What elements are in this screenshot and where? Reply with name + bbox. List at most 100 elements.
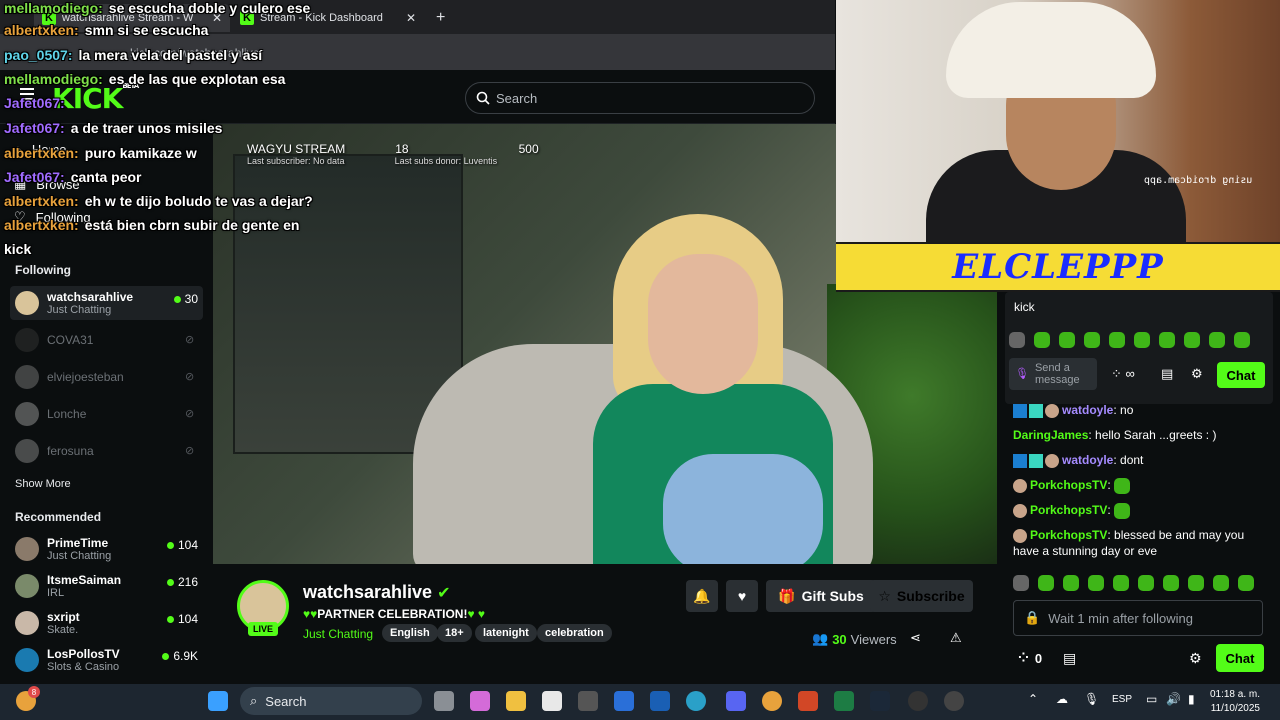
popup-chat-button[interactable]: Chat (1217, 362, 1265, 388)
menu-icon[interactable] (20, 88, 34, 100)
emote-icon[interactable] (1159, 332, 1175, 348)
search-input[interactable]: Search (465, 82, 815, 114)
store-app-icon[interactable] (542, 691, 562, 711)
close-tab-icon[interactable]: ✕ (212, 11, 222, 25)
show-more-link[interactable]: Show More (15, 478, 71, 490)
gift-subs-button[interactable]: 🎁 Gift Subs (766, 580, 876, 612)
offline-icon: ⊘ (185, 445, 195, 457)
steam-icon[interactable] (870, 691, 890, 711)
gear-icon[interactable]: ⚙ (1189, 650, 1202, 667)
sidebar-item-primetime[interactable]: PrimeTime Just Chatting 104 (10, 532, 203, 566)
sidebar-item-itsmesaiman[interactable]: ItsmeSaiman IRL 216 (10, 569, 203, 603)
live-badge: LIVE (248, 622, 278, 636)
avatar (15, 291, 39, 315)
excel-icon[interactable] (834, 691, 854, 711)
overlay-count-2: 500 (518, 142, 539, 156)
tag-latenight[interactable]: latenight (475, 624, 537, 642)
address-bar[interactable] (0, 34, 835, 70)
emote-icon[interactable] (1138, 575, 1154, 591)
language-indicator[interactable]: ESP (1112, 694, 1132, 705)
new-tab-button[interactable]: + (428, 4, 456, 32)
copilot-icon[interactable] (470, 691, 490, 711)
bell-icon[interactable]: 🔔 (686, 580, 718, 612)
sidebar-item-watchsarahlive[interactable]: watchsarahlive Just Chatting 30 (10, 286, 203, 320)
emote-icon[interactable] (1184, 332, 1200, 348)
viewer-count: 6.9K (162, 649, 198, 663)
chat-input[interactable]: 🔒 Wait 1 min after following (1013, 600, 1263, 636)
emote-icon[interactable] (1034, 332, 1050, 348)
emote-icon[interactable] (1109, 332, 1125, 348)
sidebar-item-lospollostv[interactable]: LosPollosTV Slots & Casino 6.9K (10, 643, 203, 677)
chrome-icon[interactable] (762, 691, 782, 711)
chat-send-button[interactable]: Chat (1216, 644, 1264, 672)
tag-english[interactable]: English (382, 624, 438, 642)
sidebar-item-elviejoesteban[interactable]: elviejoesteban ⊘ (10, 360, 203, 394)
stream-category[interactable]: Just Chatting (303, 627, 373, 641)
emote-icon[interactable] (1084, 332, 1100, 348)
system-clock[interactable]: 01:18 a. m. 11/10/2025 (1210, 688, 1260, 716)
store-icon[interactable]: ▤ (1063, 650, 1076, 667)
app-icon[interactable] (944, 691, 964, 711)
discord-icon[interactable] (726, 691, 746, 711)
sidebar-item-cova31[interactable]: COVA31 ⊘ (10, 323, 203, 357)
tab-title: Stream - Kick Dashboard (260, 12, 383, 24)
chevron-up-icon[interactable]: ⌃ (1028, 692, 1038, 706)
emote-icon[interactable] (1209, 332, 1225, 348)
emote-icon[interactable] (1113, 575, 1129, 591)
popup-prev-text: kick (1014, 300, 1035, 314)
outlook-icon[interactable] (650, 691, 670, 711)
sidebar-item-sxript[interactable]: sxript Skate. 104 (10, 606, 203, 640)
emote-icon[interactable] (1059, 332, 1075, 348)
obs-icon[interactable] (908, 691, 928, 711)
tab-watchsarahlive[interactable]: K watchsarahlive Stream - W ✕ (34, 4, 230, 32)
channel-name[interactable]: watchsarahlive ✔ (303, 582, 451, 603)
emote-icon[interactable] (1163, 575, 1179, 591)
close-tab-icon[interactable]: ✕ (406, 11, 416, 25)
emote-icon[interactable] (1213, 575, 1229, 591)
tag-celebration[interactable]: celebration (537, 624, 612, 642)
infinity-icon[interactable]: ⁘ ∞ (1111, 366, 1135, 382)
tag-18plus[interactable]: 18+ (437, 624, 472, 642)
network-icon[interactable]: ▭ (1146, 692, 1157, 706)
points-counter[interactable]: ⁘ 0 (1018, 650, 1042, 666)
nav-following[interactable]: ♡ Following (14, 209, 91, 225)
nav-browse[interactable]: ▦ Browse (14, 176, 80, 192)
edge-icon[interactable] (686, 691, 706, 711)
mic-icon[interactable]: 🎙 (1084, 692, 1099, 706)
offline-icon: ⊘ (185, 408, 195, 420)
nav-home[interactable]: ⌂ Home (14, 142, 67, 157)
taskbar-search[interactable]: ⌕ Search (240, 687, 422, 715)
emote-icon[interactable] (1009, 332, 1025, 348)
kick-logo[interactable]: KICKBETA (52, 82, 139, 115)
overlay-last-subscriber: Last subscriber: No data (247, 156, 345, 166)
emote-icon[interactable] (1013, 575, 1029, 591)
sidebar-item-lonche[interactable]: Lonche ⊘ (10, 397, 203, 431)
app-icon[interactable] (614, 691, 634, 711)
app-icon[interactable] (578, 691, 598, 711)
store-icon[interactable]: ▤ (1161, 366, 1173, 382)
start-icon[interactable] (208, 691, 228, 711)
emote-icon[interactable] (1038, 575, 1054, 591)
share-icon[interactable]: ⋖ (910, 630, 921, 646)
emote-icon[interactable] (1238, 575, 1254, 591)
popup-message-input[interactable]: 🎙 Send a message (1009, 358, 1097, 390)
report-icon[interactable]: ⚠ (950, 630, 962, 646)
heart-follow-button[interactable]: ♥ (726, 580, 758, 612)
emote-icon[interactable] (1088, 575, 1104, 591)
sidebar-item-ferosuna[interactable]: ferosuna ⊘ (10, 434, 203, 468)
file-explorer-icon[interactable] (506, 691, 526, 711)
volume-icon[interactable]: 🔊 (1166, 692, 1181, 706)
emote-icon[interactable] (1188, 575, 1204, 591)
emote-icon[interactable] (1234, 332, 1250, 348)
emote-icon[interactable] (1134, 332, 1150, 348)
chat-message: watdoyle: no (1013, 402, 1268, 418)
emote-icon[interactable] (1063, 575, 1079, 591)
emote-icon (1114, 502, 1131, 519)
powerpoint-icon[interactable] (798, 691, 818, 711)
task-view-icon[interactable] (434, 691, 454, 711)
subscribe-button[interactable]: ☆ Subscribe (870, 580, 973, 612)
tab-kick-dashboard[interactable]: K Stream - Kick Dashboard ✕ (232, 4, 424, 32)
gear-icon[interactable]: ⚙ (1191, 366, 1203, 382)
cloud-icon[interactable]: ☁ (1056, 692, 1068, 706)
battery-icon[interactable]: ▮ (1188, 692, 1195, 706)
